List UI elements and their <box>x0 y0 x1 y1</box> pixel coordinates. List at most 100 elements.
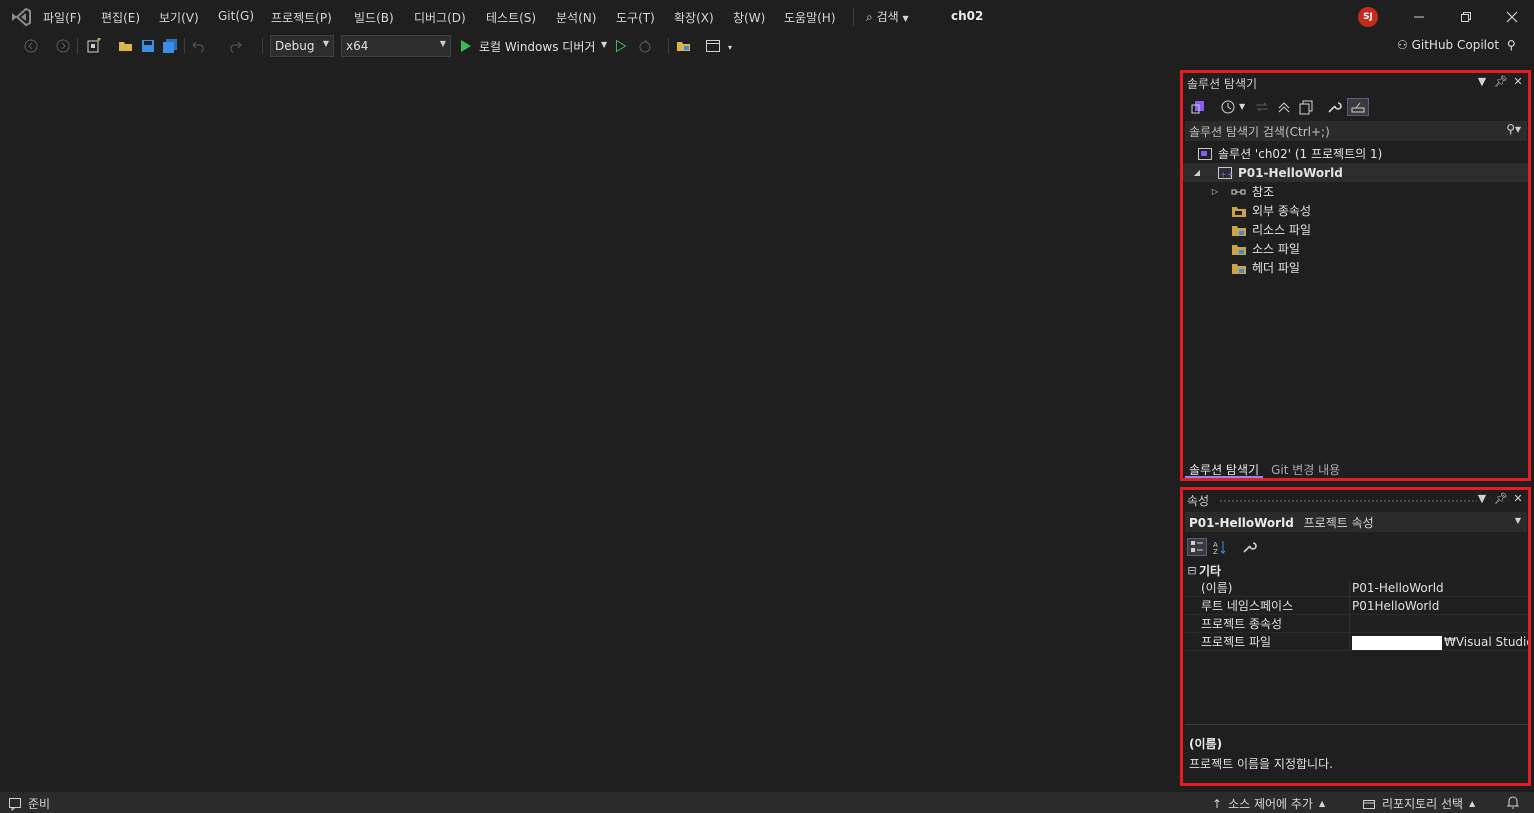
tree-item-header-files[interactable]: 헤더 파일 <box>1183 258 1528 277</box>
object-selector-dropdown[interactable]: P01-HelloWorld 프로젝트 속성 ▼ <box>1185 512 1527 532</box>
property-value[interactable]: P01HelloWorld <box>1350 597 1528 614</box>
property-value-container[interactable]: ₩Visual Studio₩ <box>1350 633 1528 650</box>
category-row[interactable]: ⊟ 기타 <box>1185 561 1528 579</box>
redo-button[interactable] <box>226 37 244 55</box>
platform-dropdown[interactable]: x64 ▼ <box>341 35 451 57</box>
dropdown-icon[interactable]: ▼ <box>1476 75 1488 88</box>
chevron-down-icon[interactable]: ▼ <box>601 40 607 49</box>
debug-target-label[interactable]: 로컬 Windows 디버거 <box>479 38 595 55</box>
add-to-source-control-button[interactable]: ↑ 소스 제어에 추가 ▲ <box>1212 795 1325 812</box>
menu-window[interactable]: 창(W) <box>733 9 765 26</box>
save-all-button[interactable] <box>161 37 179 55</box>
pin-icon[interactable]: 📌︎ <box>1494 75 1508 88</box>
menu-tools[interactable]: 도구(T) <box>616 9 655 26</box>
menu-test[interactable]: 테스트(S) <box>486 9 536 26</box>
tab-git-changes[interactable]: Git 변경 내용 <box>1267 460 1344 478</box>
tree-item-resource-files[interactable]: 리소스 파일 <box>1183 220 1528 239</box>
solution-explorer-search-input[interactable]: 솔루션 탐색기 검색(Ctrl+;) ⚲▾ <box>1185 121 1527 141</box>
notification-comment-icon <box>9 797 21 811</box>
property-value[interactable]: P01-HelloWorld <box>1350 579 1528 596</box>
open-folder-icon <box>119 42 132 51</box>
toolbar-separator <box>668 38 669 54</box>
pending-changes-filter-button[interactable] <box>1219 98 1237 116</box>
close-icon[interactable]: ✕ <box>1512 75 1524 88</box>
tree-item-source-files[interactable]: 소스 파일 <box>1183 239 1528 258</box>
visual-studio-logo-icon[interactable] <box>10 7 32 27</box>
panel-drag-handle[interactable] <box>1219 499 1477 503</box>
switch-views-button[interactable] <box>1189 98 1207 116</box>
switch-views-icon <box>1191 101 1204 114</box>
chevron-down-icon: ▼ <box>439 39 446 48</box>
navigate-forward-button[interactable] <box>54 37 72 55</box>
tree-item-external-dependencies[interactable]: 외부 종속성 <box>1183 201 1528 220</box>
property-row[interactable]: 루트 네임스페이스 P01HelloWorld <box>1185 597 1528 615</box>
github-copilot-button[interactable]: ⚇ GitHub Copilot ⚲ <box>1397 38 1516 52</box>
properties-toolbar: AZ <box>1185 536 1525 558</box>
collapse-icon[interactable]: ⊟ <box>1185 564 1199 577</box>
dropdown-icon[interactable]: ▼ <box>1476 492 1488 505</box>
toolbar-overflow-icon[interactable]: ▾ <box>728 43 732 52</box>
hot-reload-button[interactable] <box>636 37 654 55</box>
properties-button[interactable] <box>1325 98 1343 116</box>
start-debugging-button[interactable] <box>457 37 475 55</box>
forward-arrow-icon <box>56 39 70 53</box>
open-file-button[interactable] <box>117 37 135 55</box>
navigate-back-button[interactable] <box>22 37 40 55</box>
menu-debug[interactable]: 디버그(D) <box>414 9 466 26</box>
editor-area[interactable] <box>0 62 1176 790</box>
menu-git[interactable]: Git(G) <box>218 9 254 23</box>
menu-view[interactable]: 보기(V) <box>159 9 199 26</box>
property-value: ₩Visual Studio₩ <box>1444 635 1528 649</box>
references-icon <box>1231 185 1247 199</box>
property-name: 프로젝트 파일 <box>1185 633 1350 650</box>
chevron-down-icon[interactable]: ▼ <box>1239 102 1245 111</box>
pin-icon[interactable]: 📌︎ <box>1494 492 1508 505</box>
undo-button[interactable] <box>190 37 208 55</box>
menu-help[interactable]: 도움말(H) <box>784 9 836 26</box>
select-repository-button[interactable]: 리포지토리 선택 ▲ <box>1362 795 1475 812</box>
save-button[interactable] <box>139 37 157 55</box>
global-search-button[interactable]: ⌕ 검색 ▼ <box>866 8 909 26</box>
preview-selected-items-button[interactable] <box>1347 98 1369 116</box>
toolbar-separator <box>184 38 185 54</box>
property-row[interactable]: 프로젝트 종속성 <box>1185 615 1528 633</box>
property-row[interactable]: 프로젝트 파일 ₩Visual Studio₩ <box>1185 633 1528 651</box>
repository-icon <box>1363 799 1375 809</box>
folder-search-icon <box>677 42 690 51</box>
window-layout-button[interactable] <box>704 37 722 55</box>
notifications-button[interactable] <box>1506 795 1520 812</box>
menu-file[interactable]: 파일(F) <box>43 9 81 26</box>
configuration-dropdown[interactable]: Debug ▼ <box>270 35 334 57</box>
collapsed-arrow-icon[interactable]: ▷ <box>1209 187 1221 196</box>
tab-solution-explorer[interactable]: 솔루션 탐색기 <box>1185 460 1264 478</box>
browse-folder-button[interactable] <box>675 37 693 55</box>
menu-project[interactable]: 프로젝트(P) <box>271 9 332 26</box>
panel-window-controls: ▼ 📌︎ ✕ <box>1476 492 1524 505</box>
alphabetical-button[interactable]: AZ <box>1210 538 1230 556</box>
close-icon[interactable]: ✕ <box>1512 492 1524 505</box>
expanded-arrow-icon[interactable]: ◢ <box>1191 168 1203 177</box>
show-all-files-button[interactable] <box>1297 98 1315 116</box>
menu-extensions[interactable]: 확장(X) <box>674 9 714 26</box>
tree-item-project[interactable]: ◢ ++ P01-HelloWorld <box>1183 163 1528 182</box>
svg-text:++: ++ <box>1220 170 1233 179</box>
menu-analyze[interactable]: 분석(N) <box>556 9 596 26</box>
minimize-button[interactable] <box>1405 6 1433 28</box>
collapse-all-button[interactable] <box>1275 98 1293 116</box>
sync-button[interactable] <box>1253 98 1271 116</box>
tree-item-solution[interactable]: 솔루션 'ch02' (1 프로젝트의 1) <box>1183 144 1528 163</box>
categorized-button[interactable] <box>1187 538 1207 556</box>
property-value[interactable] <box>1350 615 1528 632</box>
property-row[interactable]: (이름) P01-HelloWorld <box>1185 579 1528 597</box>
tree-item-references[interactable]: ▷ 참조 <box>1183 182 1528 201</box>
close-window-button[interactable] <box>1498 6 1526 28</box>
account-avatar[interactable]: SJ <box>1358 7 1378 27</box>
property-pages-button[interactable] <box>1239 538 1259 556</box>
start-without-debugging-button[interactable] <box>612 37 630 55</box>
chevron-down-icon: ▼ <box>1514 516 1521 525</box>
menu-edit[interactable]: 편집(E) <box>101 9 140 26</box>
restore-button[interactable] <box>1452 6 1480 28</box>
new-project-button[interactable] <box>85 37 103 55</box>
menu-build[interactable]: 빌드(B) <box>354 9 394 26</box>
search-icon: ⚲▾ <box>1506 122 1521 136</box>
